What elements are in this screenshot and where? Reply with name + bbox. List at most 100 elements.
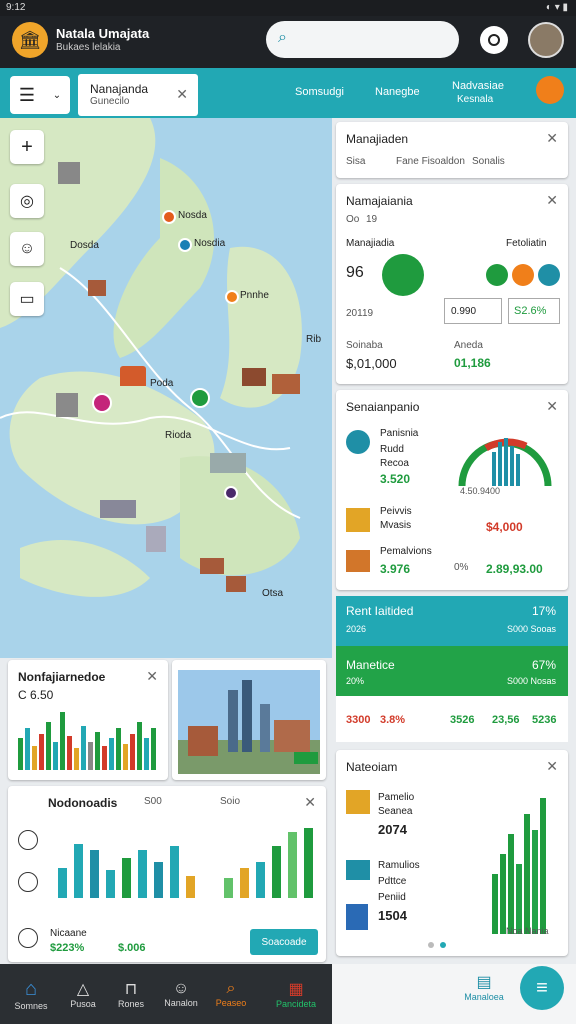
metrics-row1-val: 3.520 <box>380 472 411 486</box>
chat-icon: ☺ <box>172 980 190 997</box>
mv-2: 3.8% <box>380 714 406 726</box>
stats-val: $.006 <box>118 942 146 954</box>
fab-button[interactable]: ≡ <box>520 966 564 1010</box>
avatar[interactable] <box>528 22 564 58</box>
building-icon[interactable] <box>210 453 246 473</box>
building-icon[interactable] <box>272 374 300 394</box>
rent-banner[interactable]: Rent Iaitided 17% 2026 S000 Sooas <box>336 596 568 646</box>
notification-icon[interactable] <box>536 76 564 104</box>
nav-5[interactable]: ⌕ Peaseo <box>202 968 260 1020</box>
close-icon[interactable]: ✕ <box>546 192 558 209</box>
fab-label-block[interactable]: ▤ Manaloea <box>462 972 506 1008</box>
filter-chip[interactable]: Nanajanda Gunecilo ✕ <box>78 74 198 116</box>
bag-icon: ⊓ <box>124 981 138 998</box>
left-stats-card[interactable]: Nodonoadis S00 Soio ✕ Nicaane $223% $.00… <box>8 786 326 962</box>
summary-right-label: Fetoliatin <box>506 238 547 249</box>
building-icon[interactable] <box>88 280 106 296</box>
green-dot-icon <box>486 264 508 286</box>
nav-2-label: Pusoa <box>70 999 96 1009</box>
chart-caption: Noa Nania <box>506 926 549 936</box>
chart-icon <box>346 508 370 532</box>
left-chart-title: Nonfajiarnedoe <box>18 670 106 684</box>
map-pin[interactable] <box>92 393 112 413</box>
metrics-card[interactable]: Senaianpanio ✕ Panisnia Rudd Recoa 3.520… <box>336 390 568 590</box>
metrics-row2-sub: Mvasis <box>380 520 412 531</box>
metrics-row3-total: 2.89,93.00 <box>486 562 543 576</box>
nat-row2-v: 1504 <box>378 908 407 923</box>
building-icon <box>346 904 368 930</box>
map-pin[interactable] <box>225 290 239 304</box>
gauge-label: 4.50.9400 <box>460 486 501 496</box>
map-mode-button[interactable]: ▭ <box>10 282 44 316</box>
metrics-row2-val2: $4,000 <box>486 520 523 534</box>
pin-icon: △ <box>76 981 90 998</box>
building-icon[interactable] <box>200 558 224 574</box>
tab-1[interactable]: Somsudgi <box>295 86 344 98</box>
map-label-1: Nosda <box>178 210 207 221</box>
summary-box-1: 0.990 <box>444 298 502 324</box>
status-icons: ◐ ▾ ▮ <box>545 2 568 13</box>
left-chart-card[interactable]: Nonfajiarnedoe ✕ C 6.50 <box>8 660 168 780</box>
pager-dot[interactable] <box>428 942 434 948</box>
stats-action-button[interactable]: Soacoade <box>250 929 318 955</box>
nav-home[interactable]: ⌂ Somnes <box>2 968 60 1020</box>
info-card-col1: Sisa <box>346 156 366 167</box>
nateoiam-card[interactable]: Nateoiam ✕ Pamelio Seanea 2074 Ramulios … <box>336 750 568 956</box>
close-icon[interactable]: ✕ <box>546 398 558 415</box>
search-bar[interactable]: ⌕ <box>266 21 459 58</box>
close-icon[interactable]: ✕ <box>176 86 188 103</box>
building-icon[interactable] <box>100 500 136 518</box>
nav-6[interactable]: ▦ Pancideta <box>266 968 326 1020</box>
compass-button[interactable]: ☺ <box>10 232 44 266</box>
manetice-title: Manetice <box>346 658 395 672</box>
pager-dot-active[interactable] <box>440 942 446 948</box>
building-icon[interactable] <box>58 162 80 184</box>
manetice-values-row: 3300 3.8% 3526 23,56 5236 <box>336 696 568 742</box>
building-icon[interactable] <box>242 368 266 386</box>
metrics-row1-sub2: Recoa <box>380 458 409 469</box>
summary-col2: 19 <box>366 214 378 225</box>
building-icon[interactable] <box>226 576 246 592</box>
nat-row2-l3: Peniid <box>378 892 406 903</box>
metrics-row3-pct: 0% <box>454 562 469 573</box>
chevron-down-icon: ⌄ <box>52 89 62 101</box>
stats-bar-chart <box>58 828 313 898</box>
info-card[interactable]: Manajiaden ✕ Sisa Fane Fisoaldon Sonalis <box>336 122 568 178</box>
nat-row2-l1: Ramulios <box>378 860 420 871</box>
tab-3-sub: Kesnala <box>457 94 494 105</box>
map-pin[interactable] <box>178 238 192 252</box>
rent-sub2: S000 Sooas <box>506 624 556 634</box>
map-label-2: Nosdia <box>194 238 226 249</box>
temple-icon[interactable] <box>120 366 146 386</box>
home-icon: ⌂ <box>24 977 38 1000</box>
summary-card[interactable]: Namajaiania ✕ Oo 19 Manajiadia Fetoliati… <box>336 184 568 384</box>
city-photo-card[interactable] <box>172 660 326 780</box>
manetice-banner[interactable]: Manetice 67% 20% S000 Nosas <box>336 646 568 696</box>
location-button[interactable] <box>480 26 508 54</box>
rent-title: Rent Iaitided <box>346 604 414 618</box>
map-view[interactable]: + ◎ ☺ ▭ Nosda Nosdia Dosda Pnnhe Poda Ri… <box>0 118 332 658</box>
tab-3[interactable]: Nadvasiae <box>452 80 504 92</box>
map-pin[interactable] <box>190 388 210 408</box>
close-icon[interactable]: ✕ <box>546 758 558 775</box>
close-icon[interactable]: ✕ <box>146 668 158 685</box>
menu-button[interactable]: ☰ ⌄ <box>10 76 70 114</box>
building-icon[interactable] <box>56 393 78 417</box>
close-icon[interactable]: ✕ <box>546 130 558 147</box>
close-icon[interactable]: ✕ <box>304 794 316 811</box>
search-icon: ⌕ <box>226 980 236 997</box>
rent-sub: 2026 <box>346 624 367 634</box>
metrics-row2-label: Peivvis <box>380 506 412 517</box>
status-time: 9:12 <box>6 2 26 13</box>
nat-row1-v: 2074 <box>378 822 407 837</box>
search-input[interactable] <box>302 29 442 49</box>
map-pin[interactable] <box>224 486 238 500</box>
zoom-in-button[interactable]: + <box>10 130 44 164</box>
factory-icon <box>346 550 370 572</box>
summary-status-icon <box>382 254 424 296</box>
map-pin[interactable] <box>162 210 176 224</box>
building-icon[interactable] <box>146 526 166 552</box>
tab-2[interactable]: Nanegbe <box>375 86 420 98</box>
metrics-row1-label: Panisnia <box>380 428 419 439</box>
layers-button[interactable]: ◎ <box>10 184 44 218</box>
